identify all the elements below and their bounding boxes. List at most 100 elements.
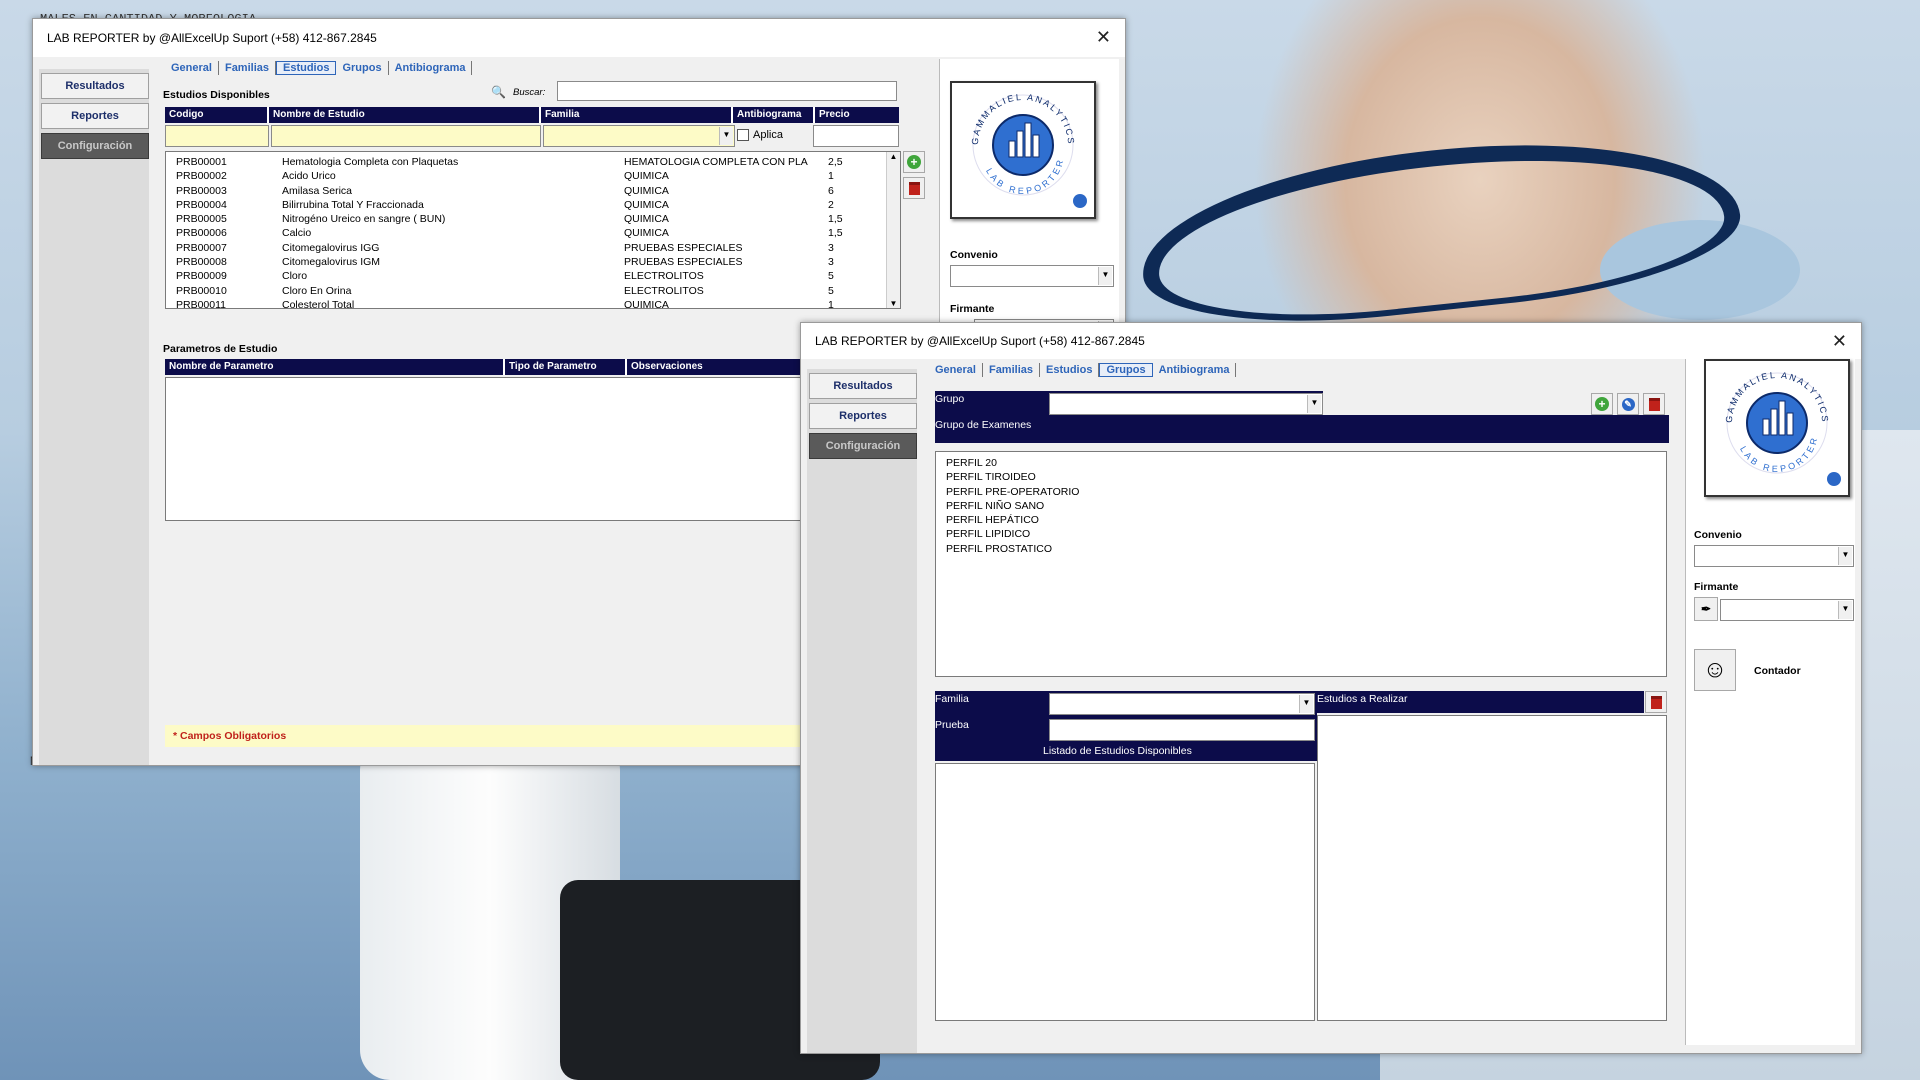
scroll-down-icon[interactable]: ▼ xyxy=(887,299,900,308)
estudios-realizar-list[interactable] xyxy=(1317,715,1667,1021)
table-row[interactable]: PRB00001 Hematologia Completa con Plaquet… xyxy=(176,155,900,169)
tab-general[interactable]: General xyxy=(929,363,983,377)
estudios-disponibles-list[interactable] xyxy=(935,763,1315,1021)
sidebar-item-resultados[interactable]: Resultados xyxy=(41,73,149,99)
table-row[interactable]: PRB00009 Cloro ELECTROLITOS 5 xyxy=(176,269,900,283)
table-row[interactable]: PRB00005 Nitrogéno Ureico en sangre ( BUN… xyxy=(176,212,900,226)
tab-antibiograma[interactable]: Antibiograma xyxy=(389,61,473,75)
window-title: LAB REPORTER by @AllExcelUp Suport (+58)… xyxy=(815,334,1145,348)
tab-familias[interactable]: Familias xyxy=(983,363,1040,377)
convenio-combo[interactable]: ▼ xyxy=(1694,545,1854,567)
cell-codigo: PRB00006 xyxy=(176,227,227,240)
tab-grupos[interactable]: Grupos xyxy=(336,61,389,75)
cell-precio: 6 xyxy=(828,184,834,197)
chevron-down-icon[interactable]: ▼ xyxy=(1838,601,1852,619)
delete-estudio-button[interactable] xyxy=(903,177,925,199)
cell-precio: 5 xyxy=(828,270,834,283)
cell-precio: 1 xyxy=(828,298,834,309)
chevron-down-icon[interactable]: ▼ xyxy=(1838,547,1852,565)
table-row[interactable]: PRB00008 Citomegalovirus IGM PRUEBAS ESPEC… xyxy=(176,255,900,269)
chevron-down-icon[interactable]: ▼ xyxy=(1307,395,1321,413)
chevron-down-icon[interactable]: ▼ xyxy=(1098,267,1112,285)
list-scrollbar[interactable]: ▲ ▼ xyxy=(886,152,900,308)
sidebar-item-reportes[interactable]: Reportes xyxy=(809,403,917,429)
list-item[interactable]: PERFIL PROSTATICO xyxy=(946,542,1666,556)
tab-estudios[interactable]: Estudios xyxy=(1040,363,1100,377)
cell-familia: QUIMICA xyxy=(624,198,669,211)
table-row[interactable]: PRB00003 Amilasa Serica QUIMICA 6 xyxy=(176,184,900,198)
trash-icon xyxy=(1650,695,1662,709)
tab-antibiograma[interactable]: Antibiograma xyxy=(1153,363,1237,377)
cell-familia: ELECTROLITOS xyxy=(624,270,704,283)
tab-bar: General Familias Estudios Grupos Antibio… xyxy=(165,61,473,75)
sidebar-item-reportes[interactable]: Reportes xyxy=(41,103,149,129)
cell-nombre: Nitrogéno Ureico en sangre ( BUN) xyxy=(282,213,446,226)
tab-bar: General Familias Estudios Grupos Antibio… xyxy=(929,363,1237,377)
firmante-combo[interactable]: ▼ xyxy=(1720,599,1854,621)
tab-estudios[interactable]: Estudios xyxy=(276,61,337,75)
tab-familias[interactable]: Familias xyxy=(219,61,276,75)
grupo-combo[interactable]: ▼ xyxy=(1049,393,1323,415)
col-familia: Familia xyxy=(541,107,733,123)
list-item[interactable]: PERFIL TIROIDEO xyxy=(946,470,1666,484)
delete-estudio-realizar-button[interactable] xyxy=(1645,691,1667,713)
sidebar-item-configuracion[interactable]: Configuración xyxy=(809,433,917,459)
estudios-realizar-header: Estudios a Realizar xyxy=(1317,691,1644,713)
prueba-input[interactable] xyxy=(1049,719,1315,741)
cell-codigo: PRB00002 xyxy=(176,170,227,183)
list-item[interactable]: PERFIL PRE-OPERATORIO xyxy=(946,485,1666,499)
table-row[interactable]: PRB00004 Bilirrubina Total Y Fraccionada Q… xyxy=(176,198,900,212)
aplica-checkbox[interactable] xyxy=(737,129,749,141)
edit-grupo-button[interactable]: ✎ xyxy=(1617,393,1639,415)
section-title: Estudios Disponibles xyxy=(163,89,270,101)
cell-familia: QUIMICA xyxy=(624,184,669,197)
add-grupo-button[interactable]: + xyxy=(1591,393,1613,415)
table-row[interactable]: PRB00010 Cloro En Orina ELECTROLITOS 5 xyxy=(176,284,900,298)
grupos-list[interactable]: PERFIL 20 PERFIL TIROIDEO PERFIL PRE-OPERA… xyxy=(935,451,1667,677)
chevron-down-icon[interactable]: ▼ xyxy=(719,127,733,145)
table-row[interactable]: PRB00007 Citomegalovirus IGG PRUEBAS ESPEC… xyxy=(176,241,900,255)
col-antibiograma: Antibiograma xyxy=(733,107,815,123)
param-title: Parametros de Estudio xyxy=(163,343,278,355)
param-list[interactable] xyxy=(165,377,833,521)
precio-input[interactable] xyxy=(813,125,899,147)
cell-familia: QUIMICA xyxy=(624,213,669,226)
gammaliel-logo: GAMMALIEL ANALYTICS LAB REPORTER xyxy=(1704,359,1850,497)
nombre-input[interactable] xyxy=(271,125,541,147)
table-row[interactable]: PRB00002 Acido Urico QUIMICA 1 xyxy=(176,169,900,183)
estudios-list[interactable]: PRB00001 Hematologia Completa con Plaquet… xyxy=(165,151,901,309)
cell-codigo: PRB00004 xyxy=(176,198,227,211)
contador-label: Contador xyxy=(1754,665,1801,677)
convenio-label: Convenio xyxy=(950,249,998,261)
sidebar-item-resultados[interactable]: Resultados xyxy=(809,373,917,399)
scroll-up-icon[interactable]: ▲ xyxy=(887,152,900,161)
tab-grupos[interactable]: Grupos xyxy=(1099,363,1153,377)
familia-combo[interactable]: ▼ xyxy=(543,125,735,147)
table-row[interactable]: PRB00011 Colesterol Total QUIMICA 1 xyxy=(176,298,900,309)
cell-codigo: PRB00008 xyxy=(176,256,227,269)
convenio-combo[interactable]: ▼ xyxy=(950,265,1114,287)
firmante-pen-button[interactable]: ✒ xyxy=(1694,597,1718,621)
cell-nombre: Hematologia Completa con Plaquetas xyxy=(282,156,459,168)
add-estudio-button[interactable]: + xyxy=(903,151,925,173)
chevron-down-icon[interactable]: ▼ xyxy=(1299,695,1313,713)
search-input[interactable] xyxy=(557,81,897,101)
delete-grupo-button[interactable] xyxy=(1643,393,1665,415)
list-item[interactable]: PERFIL NIÑO SANO xyxy=(946,499,1666,513)
table-row[interactable]: PRB00006 Calcio QUIMICA 1,5 xyxy=(176,226,900,240)
codigo-input[interactable] xyxy=(165,125,269,147)
close-icon[interactable]: ✕ xyxy=(1096,27,1111,48)
familia-combo[interactable]: ▼ xyxy=(1049,693,1315,715)
close-icon[interactable]: ✕ xyxy=(1832,331,1847,352)
cell-precio: 1 xyxy=(828,170,834,183)
list-item[interactable]: PERFIL 20 xyxy=(946,456,1666,470)
list-item[interactable]: PERFIL LIPIDICO xyxy=(946,527,1666,541)
cell-familia: QUIMICA xyxy=(624,170,669,183)
tab-general[interactable]: General xyxy=(165,61,219,75)
list-item[interactable]: PERFIL HEPÁTICO xyxy=(946,513,1666,527)
sidebar-item-configuracion[interactable]: Configuración xyxy=(41,133,149,159)
cell-familia: QUIMICA xyxy=(624,298,669,309)
lab-reporter-window-grupos: LAB REPORTER by @AllExcelUp Suport (+58)… xyxy=(800,322,1862,1054)
contador-button[interactable]: ☺ xyxy=(1694,649,1736,691)
logo-bar-2 xyxy=(1778,400,1786,436)
